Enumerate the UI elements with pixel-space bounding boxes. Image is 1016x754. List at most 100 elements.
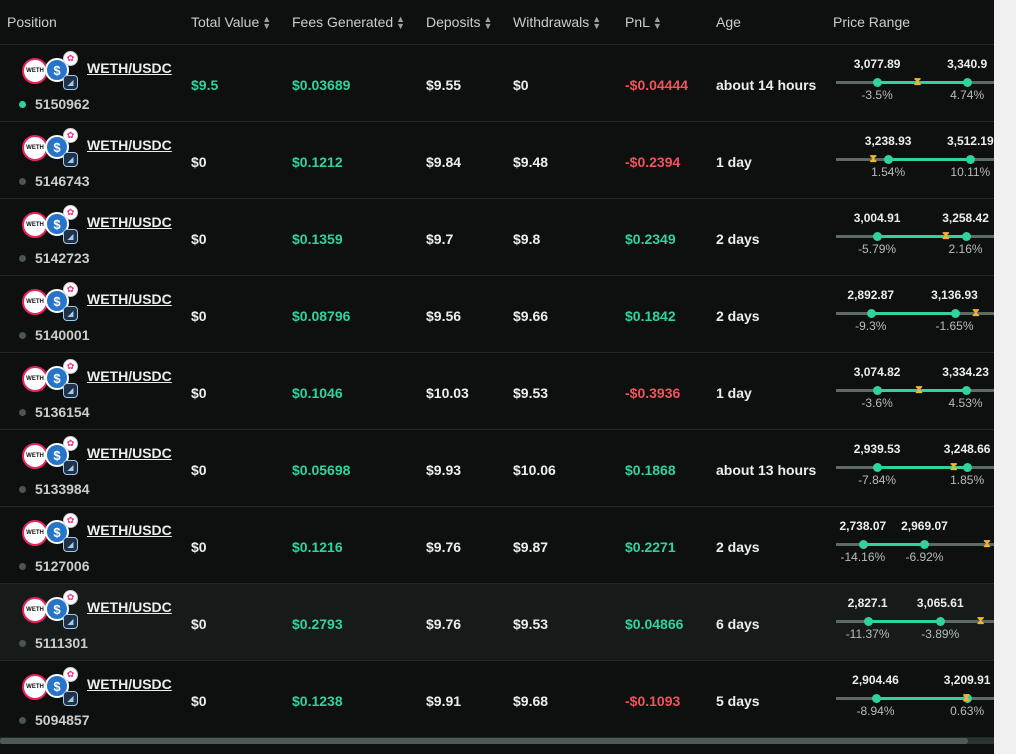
- current-price-marker-icon: ⧗: [976, 615, 985, 627]
- token-icons: WETH $ ✿ ◢: [20, 51, 84, 93]
- sort-icon[interactable]: ▲ ▼: [396, 15, 405, 31]
- current-price-marker-icon: ⧗: [942, 230, 950, 242]
- age: about 13 hours: [716, 462, 817, 478]
- vertical-scrollbar[interactable]: [994, 0, 1016, 754]
- status-dot: [19, 486, 26, 493]
- range-low-pct: -7.84%: [858, 473, 897, 487]
- range-high-pct: 0.63%: [950, 704, 985, 718]
- fees-generated: $0.1216: [292, 539, 343, 555]
- range-fill: [877, 235, 966, 238]
- table-row[interactable]: WETH $ ✿ ◢ WETH/USDC 5136154 $0 $0.1046 $10.03 $9…: [0, 353, 994, 430]
- uniswap-icon: ✿: [63, 51, 78, 66]
- deposits: $9.93: [426, 462, 462, 478]
- pair-link[interactable]: WETH/USDC: [87, 214, 172, 230]
- range-high-knob: [966, 155, 976, 164]
- range-low-price: 2,892.87: [847, 288, 895, 302]
- range-high-pct: 4.74%: [950, 88, 985, 102]
- pair-link[interactable]: WETH/USDC: [87, 676, 172, 692]
- range-low-knob: [871, 694, 881, 703]
- pair-link[interactable]: WETH/USDC: [87, 291, 172, 307]
- table-row[interactable]: WETH $ ✿ ◢ WETH/USDC 5146743 $0 $0.1212 $9.84 $9.…: [0, 122, 994, 199]
- fees-generated: $0.1238: [292, 693, 343, 709]
- range-low-price: 3,238.93: [864, 134, 912, 148]
- range-high-price: 3,334.23: [942, 365, 989, 379]
- range-low-pct: 1.54%: [871, 165, 906, 179]
- pnl: -$0.1093: [625, 693, 681, 709]
- fees-generated: $0.2793: [292, 616, 343, 632]
- sort-icon[interactable]: ▲ ▼: [262, 15, 271, 31]
- range-low-knob: [873, 463, 883, 472]
- price-range: 2,738.07 2,969.07 ⧗ -14.16% -6.92%: [836, 507, 994, 583]
- table-row[interactable]: WETH $ ✿ ◢ WETH/USDC 5150962 $9.5 $0.03689 $9.55…: [0, 45, 994, 122]
- status-dot: [19, 255, 26, 262]
- range-high-pct: -6.92%: [905, 550, 944, 564]
- col-total-value-label: Total Value: [191, 14, 260, 30]
- pair-link[interactable]: WETH/USDC: [87, 599, 172, 615]
- total-value: $0: [191, 462, 207, 478]
- arbitrum-icon: ◢: [63, 537, 78, 552]
- withdrawals: $0: [513, 77, 529, 93]
- table-row[interactable]: WETH $ ✿ ◢ WETH/USDC 5142723 $0 $0.1359 $9.7 $9.8…: [0, 199, 994, 276]
- range-high-knob: [961, 232, 971, 241]
- token-icons: WETH $ ✿ ◢: [20, 282, 84, 324]
- range-high-pct: 10.11%: [950, 165, 991, 179]
- pair-link[interactable]: WETH/USDC: [87, 445, 172, 461]
- col-withdrawals[interactable]: Withdrawals ▲ ▼: [513, 14, 601, 31]
- table-row[interactable]: WETH $ ✿ ◢ WETH/USDC 5140001 $0 $0.08796 $9.56 $9…: [0, 276, 994, 353]
- col-deposits[interactable]: Deposits ▲ ▼: [426, 14, 492, 31]
- withdrawals: $9.48: [513, 154, 549, 170]
- status-dot: [19, 332, 26, 339]
- price-range: 3,004.91 3,258.42 ⧗ -5.79% 2.16%: [836, 199, 994, 275]
- table-row[interactable]: WETH $ ✿ ◢ WETH/USDC 5127006 $0 $0.1216 $9.76 $9.…: [0, 507, 994, 584]
- table-row[interactable]: WETH $ ✿ ◢ WETH/USDC 5094857 $0 $0.1238 $9.91 $9.…: [0, 661, 994, 738]
- col-fees[interactable]: Fees Generated ▲ ▼: [292, 14, 405, 31]
- total-value: $0: [191, 539, 207, 555]
- sort-icon[interactable]: ▲ ▼: [483, 15, 492, 31]
- col-age: Age: [716, 14, 741, 30]
- range-high-price: 3,065.61: [916, 596, 964, 610]
- range-high-price: 3,248.66: [943, 442, 991, 456]
- pnl: $0.1868: [625, 462, 676, 478]
- range-high-price: 3,512.19: [946, 134, 994, 148]
- table-row[interactable]: WETH $ ✿ ◢ WETH/USDC 5133984 $0 $0.05698 $9.93 $1…: [0, 430, 994, 507]
- pair-link[interactable]: WETH/USDC: [87, 522, 172, 538]
- token-icons: WETH $ ✿ ◢: [20, 667, 84, 709]
- range-fill: [888, 158, 971, 161]
- col-price-range: Price Range: [833, 14, 911, 30]
- range-high-pct: 1.85%: [950, 473, 985, 487]
- uniswap-icon: ✿: [63, 667, 78, 682]
- withdrawals: $9.87: [513, 539, 549, 555]
- sort-icon[interactable]: ▲ ▼: [653, 15, 662, 31]
- range-high-pct: -3.89%: [921, 627, 960, 641]
- range-low-pct: -8.94%: [856, 704, 895, 718]
- pair-link[interactable]: WETH/USDC: [87, 368, 172, 384]
- table-row[interactable]: WETH $ ✿ ◢ WETH/USDC 5111301 $0 $0.2793 $9.76 $9.…: [0, 584, 994, 661]
- range-low-pct: -14.16%: [840, 550, 886, 564]
- arbitrum-icon: ◢: [63, 383, 78, 398]
- age: 6 days: [716, 616, 760, 632]
- current-price-marker-icon: ⧗: [962, 692, 971, 704]
- sort-icon[interactable]: ▲ ▼: [592, 15, 601, 31]
- horizontal-scrollbar-thumb[interactable]: [0, 738, 968, 744]
- uniswap-icon: ✿: [63, 436, 78, 451]
- deposits: $10.03: [426, 385, 469, 401]
- withdrawals: $10.06: [513, 462, 556, 478]
- deposits: $9.76: [426, 616, 462, 632]
- price-range: 3,077.89 3,340.9 ⧗ -3.5% 4.74%: [836, 45, 994, 121]
- range-low-pct: -11.37%: [845, 627, 890, 641]
- pair-link[interactable]: WETH/USDC: [87, 137, 172, 153]
- age: 1 day: [716, 154, 752, 170]
- range-high-knob: [950, 309, 960, 318]
- arbitrum-icon: ◢: [63, 691, 78, 706]
- range-low-knob: [873, 232, 883, 241]
- col-pnl[interactable]: PnL ▲ ▼: [625, 14, 662, 31]
- uniswap-icon: ✿: [63, 513, 78, 528]
- withdrawals: $9.8: [513, 231, 541, 247]
- current-price-marker-icon: ⧗: [915, 384, 923, 396]
- withdrawals: $9.68: [513, 693, 549, 709]
- price-range: 2,939.53 3,248.66 ⧗ -7.84% 1.85%: [836, 430, 994, 506]
- total-value: $0: [191, 154, 207, 170]
- pnl: $0.2349: [625, 231, 676, 247]
- pair-link[interactable]: WETH/USDC: [87, 60, 172, 76]
- col-total-value[interactable]: Total Value ▲ ▼: [191, 14, 271, 31]
